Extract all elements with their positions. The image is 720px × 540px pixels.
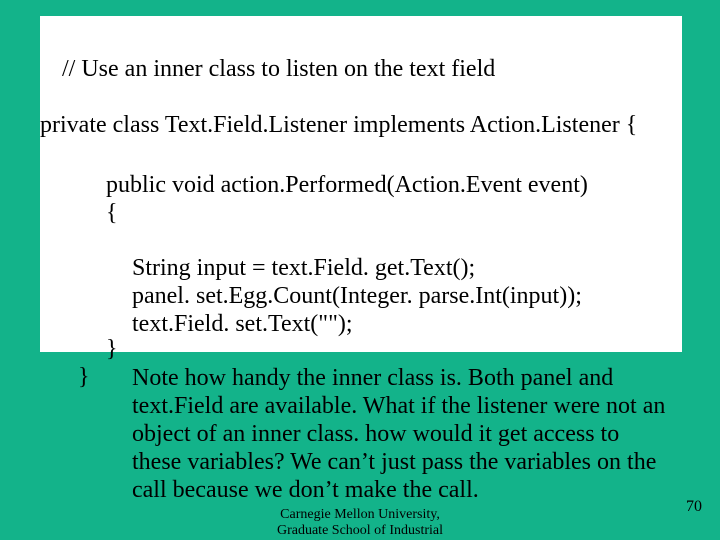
code-line-private: private class Text.Field.Listener implem… — [40, 112, 637, 139]
page-number: 70 — [686, 498, 702, 516]
code-brace-open: { — [106, 200, 118, 227]
footer-line-1: Carnegie Mellon University, — [0, 507, 720, 523]
code-body: String input = text.Field. get.Text(); p… — [132, 254, 582, 338]
code-brace-close-inner: } — [106, 336, 118, 363]
footer-line-2: Graduate School of Industrial — [0, 523, 720, 539]
slide: // Use an inner class to listen on the t… — [0, 0, 720, 540]
code-body-line-3: text.Field. set.Text(""); — [132, 310, 582, 338]
explanatory-note: Note how handy the inner class is. Both … — [132, 364, 672, 504]
code-line-public: public void action.Performed(Action.Even… — [106, 172, 588, 199]
code-brace-close-outer: } — [78, 364, 90, 391]
code-comment: // Use an inner class to listen on the t… — [62, 56, 495, 83]
code-body-line-2: panel. set.Egg.Count(Integer. parse.Int(… — [132, 282, 582, 310]
code-body-line-1: String input = text.Field. get.Text(); — [132, 254, 582, 282]
